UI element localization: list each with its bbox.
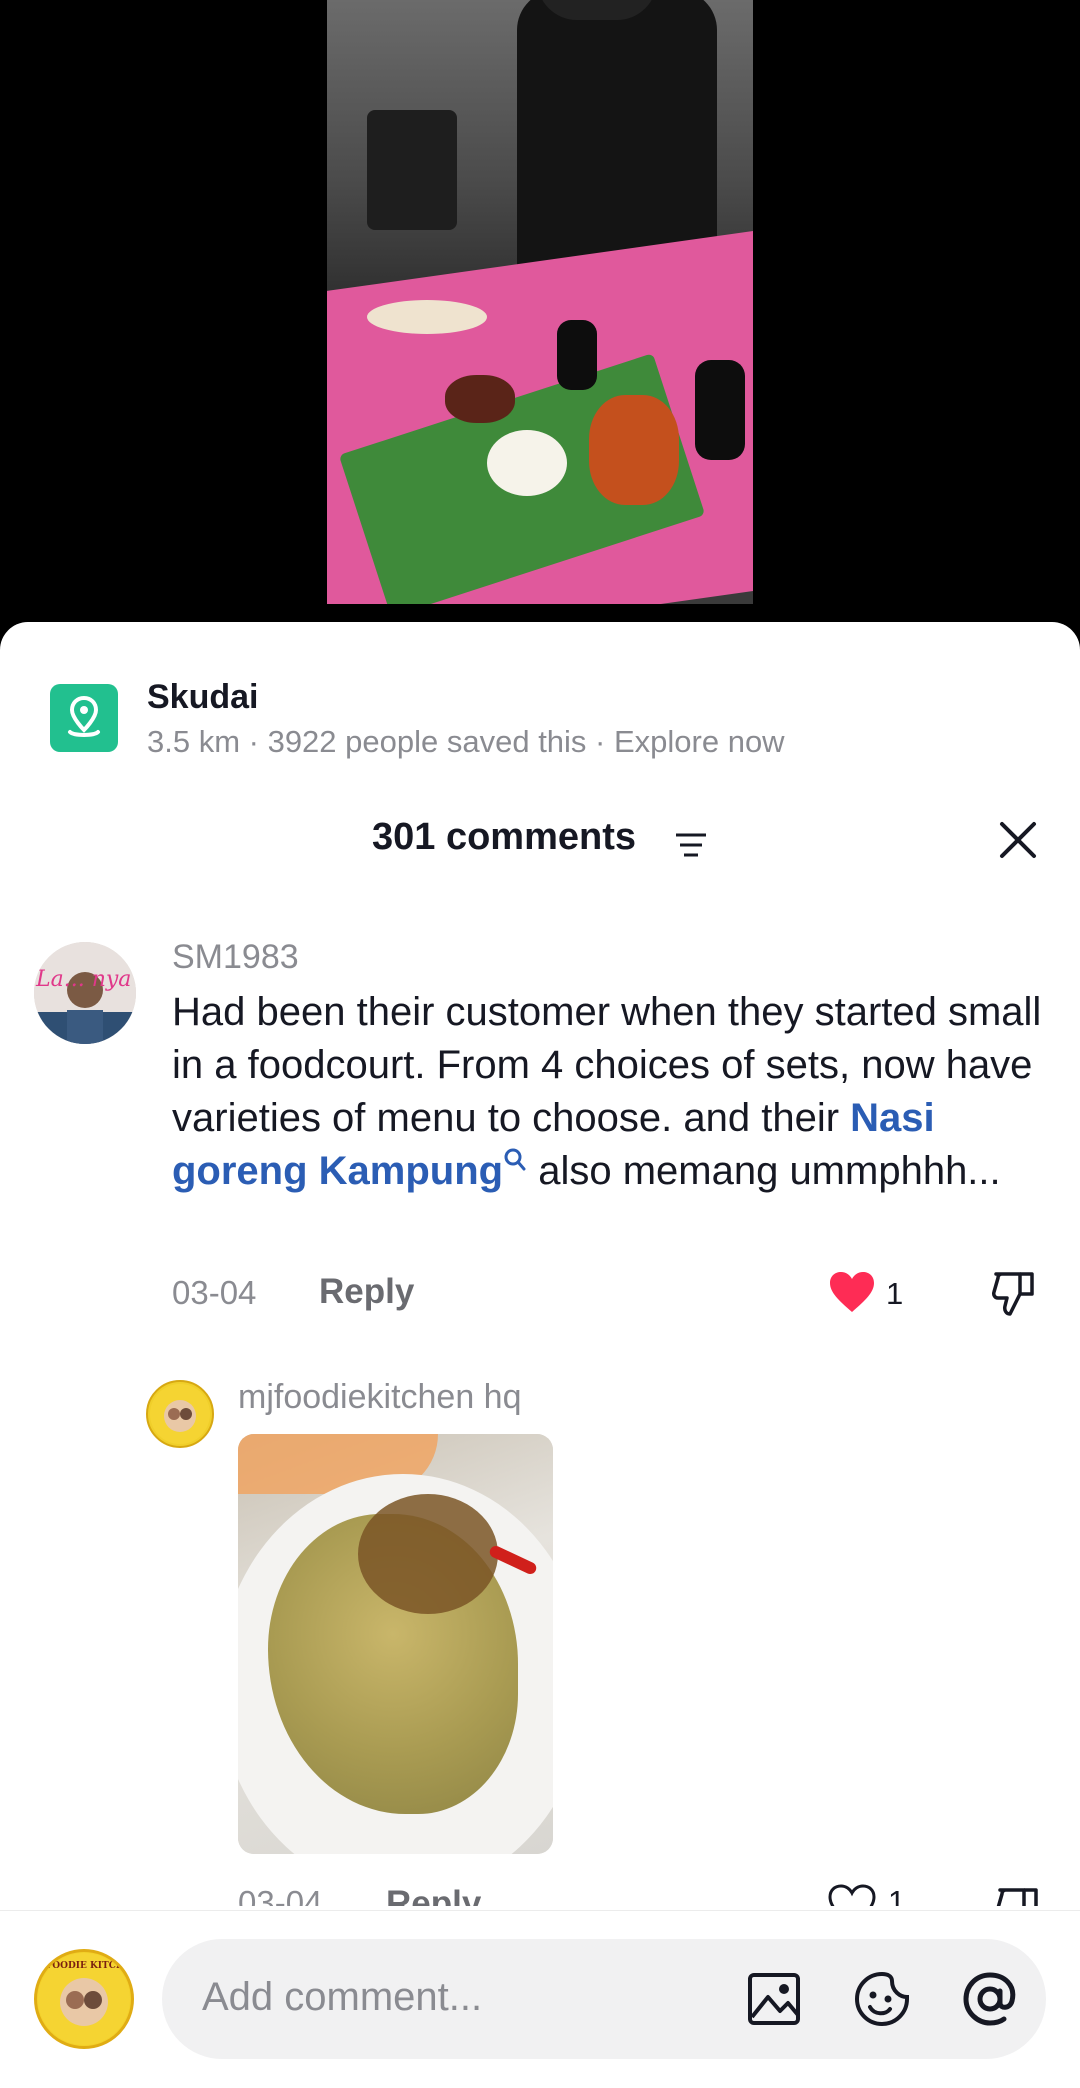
video-rice: [487, 430, 567, 496]
sort-icon[interactable]: [674, 832, 708, 863]
composer-actions: [744, 1969, 1020, 2029]
mention-icon[interactable]: [960, 1969, 1020, 2029]
video-glove-right: [695, 360, 745, 460]
video-rendang: [445, 375, 515, 423]
comments-sheet: Skudai 3.5 km · 3922 people saved this ·…: [0, 622, 1080, 2088]
comment-date: 03-04: [238, 1884, 323, 1906]
app-root: Skudai 3.5 km · 3922 people saved this ·…: [0, 0, 1080, 2088]
comment-username[interactable]: SM1983: [172, 938, 299, 977]
comment-photo[interactable]: [238, 1434, 553, 1854]
like-count: 1: [888, 1884, 906, 1906]
dislike-icon[interactable]: [990, 1268, 1038, 1323]
location-row[interactable]: Skudai 3.5 km · 3922 people saved this ·…: [0, 642, 1080, 759]
video-player[interactable]: [0, 0, 1080, 622]
video-chair: [367, 110, 457, 230]
comment-composer: MJ FOODIE KITCHEN Add comment...: [0, 1910, 1080, 2088]
reply-button[interactable]: Reply: [386, 1884, 481, 1906]
comment-date: 03-04: [172, 1274, 257, 1311]
heart-outline-icon[interactable]: [828, 1884, 876, 1906]
search-icon[interactable]: [503, 1147, 527, 1173]
comments-header: 301 comments: [0, 810, 1080, 870]
avatar[interactable]: [146, 1380, 214, 1448]
comment-text-part: also memang ummphhh...: [527, 1149, 1001, 1193]
close-icon[interactable]: [996, 818, 1040, 867]
comments-count: 301 comments: [372, 816, 637, 858]
my-avatar[interactable]: MJ FOODIE KITCHEN: [34, 1949, 134, 2049]
comment-input[interactable]: Add comment...: [162, 1939, 1046, 2059]
location-name: Skudai: [147, 678, 259, 716]
dislike-icon[interactable]: [994, 1884, 1042, 1906]
comment-text: Had been their customer when they starte…: [172, 986, 1052, 1198]
like-count: 1: [886, 1276, 904, 1311]
reply-button[interactable]: Reply: [319, 1272, 414, 1312]
avatar-overlay-text: La... nya: [35, 967, 131, 992]
avatar-logo-text: MJ FOODIE KITCHEN: [37, 1961, 131, 1971]
emoji-icon[interactable]: [852, 1969, 912, 2029]
avatar[interactable]: La... nya: [34, 942, 136, 1044]
heart-icon[interactable]: [828, 1270, 876, 1319]
photo-anchovies: [358, 1494, 498, 1614]
comment-username[interactable]: mjfoodiekitchen hq: [238, 1378, 522, 1417]
video-plate: [367, 300, 487, 334]
video-frame[interactable]: [327, 0, 753, 604]
location-meta[interactable]: 3.5 km · 3922 people saved this · Explor…: [147, 724, 785, 760]
location-pin-icon: [50, 684, 118, 752]
image-icon[interactable]: [744, 1969, 804, 2029]
video-sambal: [589, 395, 679, 505]
video-glove-left: [557, 320, 597, 390]
comment-input-placeholder: Add comment...: [202, 1975, 483, 2019]
